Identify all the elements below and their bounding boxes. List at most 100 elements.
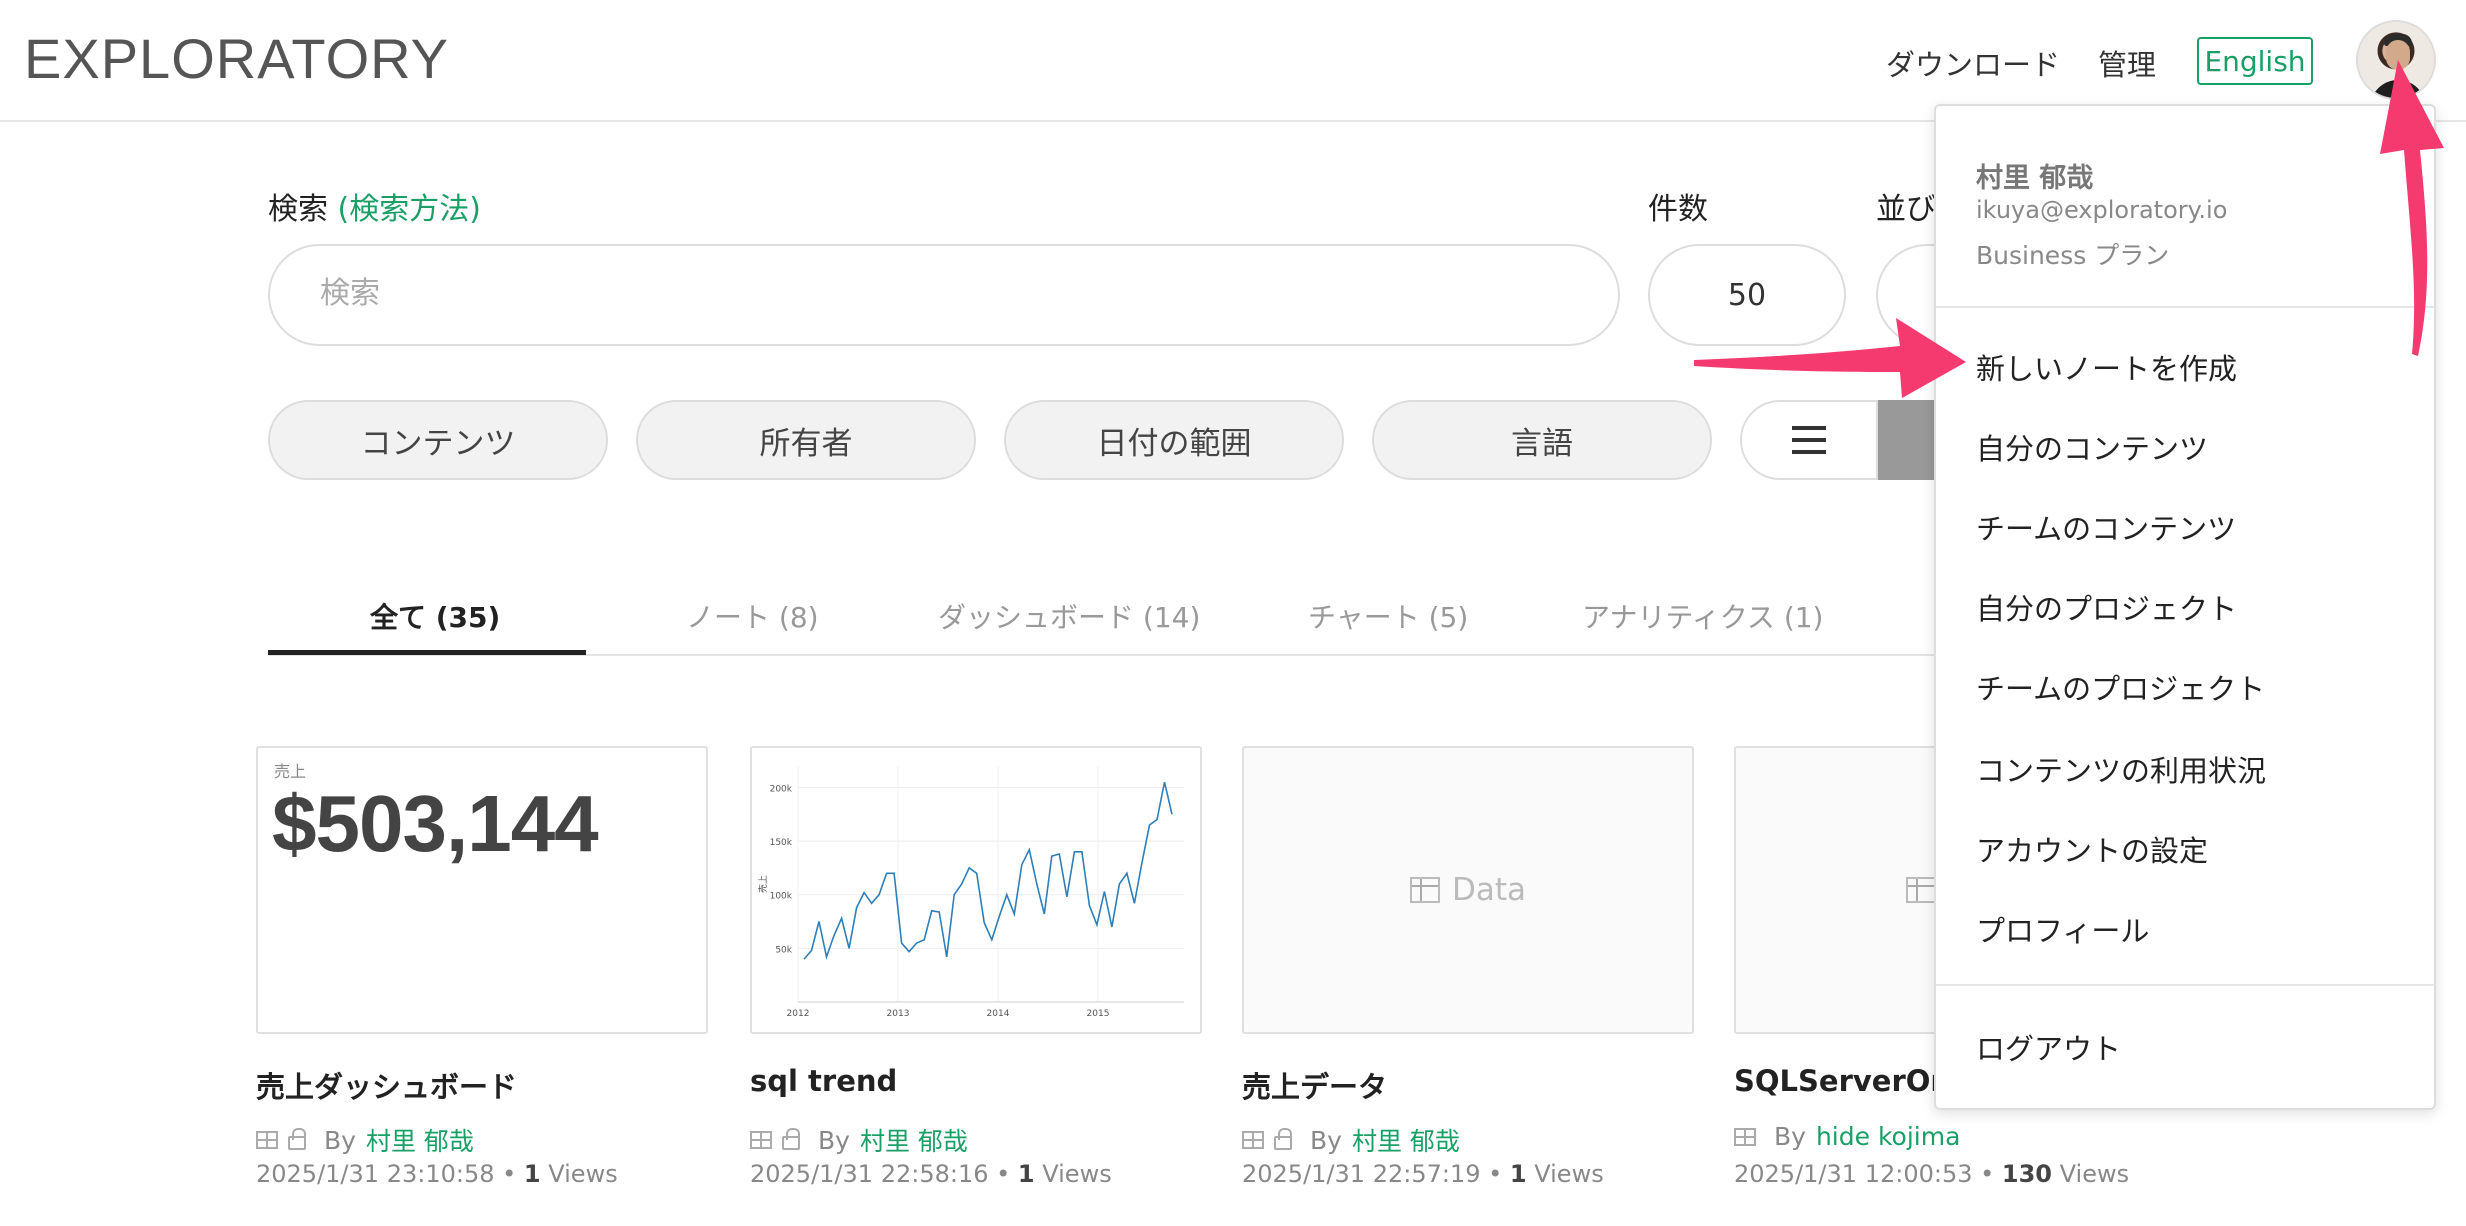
card-meta: By hide kojima [1734, 1122, 1960, 1151]
language-button[interactable]: English [2197, 37, 2313, 85]
menu-item-logout[interactable]: ログアウト [1976, 1026, 2121, 1068]
card-thumbnail[interactable]: 200k 150k 100k 50k 2012 2013 2014 2015 売上 [750, 746, 1202, 1034]
card-timestamp: 2025/1/31 12:00:53 [1734, 1160, 1973, 1188]
tab-analytics[interactable]: アナリティクス (1) [1582, 596, 1823, 636]
card-views-label: Views [1042, 1160, 1112, 1188]
data-table-icon [1409, 877, 1440, 903]
chart-y-tick-label: 150k [770, 838, 793, 848]
search-input[interactable] [320, 276, 1520, 311]
avatar[interactable] [2356, 20, 2436, 100]
lock-icon [1274, 1128, 1292, 1150]
chart-series-line [803, 781, 1173, 960]
card-date: 2025/1/31 22:57:19 • 1 Views [1242, 1160, 1604, 1188]
search-field[interactable] [268, 244, 1620, 346]
grid-view-button[interactable] [1878, 400, 1938, 480]
avatar-face [2386, 40, 2410, 70]
card-views-count: 1 [523, 1160, 541, 1188]
search-help-link[interactable]: (検索方法) [338, 192, 481, 227]
table-icon [1242, 1131, 1264, 1149]
menu-divider [1936, 306, 2434, 308]
menu-divider [1936, 984, 2434, 986]
list-view-button[interactable] [1740, 400, 1878, 480]
card-author-link[interactable]: 村里 郁哉 [1352, 1122, 1460, 1158]
content-card[interactable]: 売上 $503,144 売上ダッシュボード By 村里 郁哉 2025/1/31… [256, 746, 708, 1188]
card-by: By [1310, 1125, 1342, 1155]
card-meta: By 村里 郁哉 [1242, 1122, 1460, 1158]
account-email: ikuya@exploratory.io [1976, 196, 2228, 224]
search-label-text: 検索 [268, 192, 328, 227]
menu-item-account-settings[interactable]: アカウントの設定 [1976, 828, 2208, 870]
card-timestamp: 2025/1/31 23:10:58 [256, 1160, 495, 1188]
tab-dashboards[interactable]: ダッシュボード (14) [938, 596, 1200, 636]
filter-date-range-button[interactable]: 日付の範囲 [1004, 400, 1344, 480]
card-date: 2025/1/31 22:58:16 • 1 Views [750, 1160, 1112, 1188]
tab-all[interactable]: 全て (35) [370, 596, 500, 636]
filter-owner-button[interactable]: 所有者 [636, 400, 976, 480]
filter-language-button[interactable]: 言語 [1372, 400, 1712, 480]
tab-notes[interactable]: ノート (8) [686, 596, 819, 636]
menu-item-create-note[interactable]: 新しいノートを作成 [1976, 346, 2237, 388]
card-timestamp: 2025/1/31 22:58:16 [750, 1160, 989, 1188]
card-author-link[interactable]: 村里 郁哉 [366, 1122, 474, 1158]
chart-y-axis-label: 売上 [757, 875, 769, 893]
chart-x-tick-label: 2012 [787, 1009, 810, 1019]
count-select[interactable]: 50 [1648, 244, 1846, 346]
list-icon [1792, 426, 1826, 454]
card-thumbnail[interactable]: Data [1242, 746, 1694, 1034]
menu-item-team-content[interactable]: チームのコンテンツ [1976, 506, 2236, 548]
card-title[interactable]: sql trend [750, 1064, 897, 1098]
count-label: 件数 [1648, 192, 1708, 227]
account-plan: Business プラン [1976, 241, 2170, 270]
card-views-count: 1 [1017, 1160, 1035, 1188]
card-views-label: Views [548, 1160, 618, 1188]
app-logo[interactable]: EXPLORATORY [24, 26, 449, 91]
card-thumbnail[interactable]: 売上 $503,144 [256, 746, 708, 1034]
account-name: 村里 郁哉 [1976, 163, 2094, 194]
lock-icon [288, 1128, 306, 1150]
account-menu: 村里 郁哉 ikuya@exploratory.io Business プラン … [1934, 104, 2436, 1110]
avatar-shoulders [2370, 80, 2426, 98]
card-title[interactable]: 売上データ [1242, 1064, 1387, 1106]
card-author-link[interactable]: hide kojima [1816, 1122, 1960, 1151]
card-meta: By 村里 郁哉 [256, 1122, 474, 1158]
chart-x-tick-label: 2013 [887, 1009, 910, 1019]
content-tabs: 全て (35) ノート (8) ダッシュボード (14) チャート (5) アナ… [268, 580, 2008, 656]
menu-item-my-projects[interactable]: 自分のプロジェクト [1976, 586, 2237, 628]
card-views-count: 1 [1509, 1160, 1527, 1188]
card-timestamp: 2025/1/31 22:57:19 [1242, 1160, 1481, 1188]
card-date: 2025/1/31 23:10:58 • 1 Views [256, 1160, 618, 1188]
download-link[interactable]: ダウンロード [1886, 42, 2060, 84]
menu-item-content-usage[interactable]: コンテンツの利用状況 [1976, 748, 2266, 790]
chart-y-tick-label: 100k [770, 892, 793, 902]
menu-item-team-projects[interactable]: チームのプロジェクト [1976, 666, 2265, 708]
data-table-icon [1906, 877, 1936, 903]
filter-content-button[interactable]: コンテンツ [268, 400, 608, 480]
sort-label: 並び [1876, 192, 1936, 227]
card-author-link[interactable]: 村里 郁哉 [860, 1122, 968, 1158]
card-by: By [1774, 1122, 1806, 1151]
content-card[interactable]: Data 売上データ By 村里 郁哉 2025/1/31 22:57:19 •… [1242, 746, 1694, 1188]
menu-item-my-content[interactable]: 自分のコンテンツ [1976, 426, 2208, 468]
card-by: By [818, 1125, 850, 1155]
chart-x-tick-label: 2014 [987, 1009, 1010, 1019]
chart-y-tick-label: 50k [775, 945, 792, 955]
trend-chart-thumbnail: 200k 150k 100k 50k 2012 2013 2014 2015 売上 [757, 766, 1184, 1019]
table-icon [256, 1131, 278, 1149]
lock-icon [782, 1128, 800, 1150]
menu-item-profile[interactable]: プロフィール [1976, 908, 2149, 950]
active-tab-indicator [268, 650, 586, 655]
table-icon [750, 1131, 772, 1149]
chart-y-tick-label: 200k [770, 784, 793, 794]
card-meta: By 村里 郁哉 [750, 1122, 968, 1158]
admin-link[interactable]: 管理 [2098, 42, 2156, 84]
data-thumb-label: Data [1451, 872, 1527, 908]
card-date: 2025/1/31 12:00:53 • 130 Views [1734, 1160, 2130, 1188]
card-title[interactable]: 売上ダッシュボード [256, 1064, 517, 1106]
card-views-label: Views [2059, 1160, 2130, 1188]
search-label: 検索 (検索方法) [268, 184, 481, 228]
table-icon [1734, 1127, 1756, 1146]
content-card[interactable]: 200k 150k 100k 50k 2012 2013 2014 2015 売上 sql tr… [750, 746, 1202, 1188]
kpi-value: $503,144 [272, 779, 599, 868]
chart-x-tick-label: 2015 [1087, 1009, 1110, 1019]
tab-charts[interactable]: チャート (5) [1308, 596, 1468, 636]
